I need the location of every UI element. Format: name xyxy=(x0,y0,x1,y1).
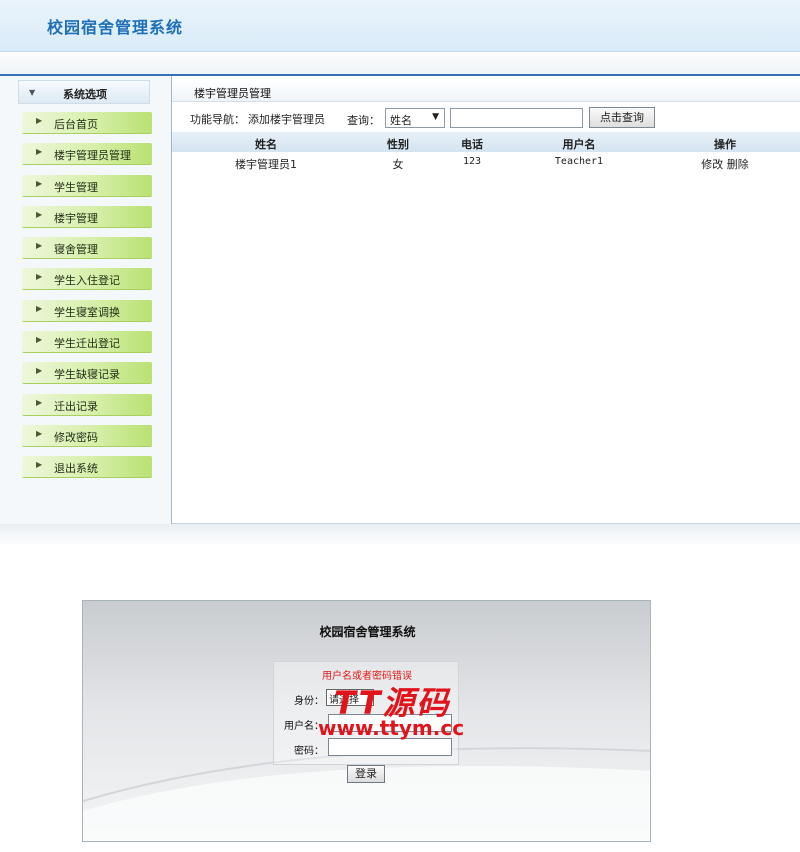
sidebar-item-label: 迁出记录 xyxy=(54,399,98,413)
caret-right-icon: ▶ xyxy=(36,147,43,157)
header-subbar xyxy=(0,52,800,76)
cell-actions: 修改 删除 xyxy=(701,156,749,172)
column-header: 电话 xyxy=(461,138,483,151)
column-header: 用户名 xyxy=(562,138,596,151)
caret-right-icon: ▶ xyxy=(36,116,43,125)
watermark: TT源码 www.ttym.cc xyxy=(318,678,478,748)
sidebar-heading[interactable]: ▼ 系统选项 xyxy=(18,80,150,104)
column-header: 操作 xyxy=(714,138,736,151)
sidebar-item-checkout[interactable]: ▶ 学生迁出登记 xyxy=(22,331,152,354)
caret-right-icon: ▶ xyxy=(36,303,43,313)
role-label: 身份： xyxy=(294,696,324,707)
sidebar-item-label: 学生管理 xyxy=(54,180,98,194)
cell-name: 楼宇管理员1 xyxy=(235,158,297,171)
sidebar-item-label: 学生寝室调换 xyxy=(54,305,120,319)
sidebar-item-checkout-records[interactable]: ▶ 迁出记录 xyxy=(22,393,152,416)
query-label: 查询： xyxy=(347,114,380,127)
sidebar-item-home[interactable]: ▶ 后台首页 xyxy=(22,112,152,134)
main-panel: 楼宇管理员管理 功能导航： 添加楼宇管理员 查询： 姓名 ▼ 点击查询 姓名 性… xyxy=(172,76,800,524)
sidebar-item-label: 修改密码 xyxy=(54,430,98,444)
sidebar-item-dorms[interactable]: ▶ 寝舍管理 xyxy=(22,237,152,260)
app-header: 校园宿舍管理系统 xyxy=(0,0,800,52)
app-title: 校园宿舍管理系统 xyxy=(47,18,184,37)
username-label: 用户名： xyxy=(284,721,324,732)
table-header: 姓名 性别 电话 用户名 操作 xyxy=(172,132,800,152)
app-body: ▼ 系统选项 ▶ 后台首页 ▶ 楼宇管理员管理 ▶ 学生管理 ▶ 楼宇管理 ▶ 寝舍管理 … xyxy=(0,76,800,524)
add-building-admin-link[interactable]: 添加楼宇管理员 xyxy=(248,111,325,127)
sidebar-item-students[interactable]: ▶ 学生管理 xyxy=(22,174,152,197)
query-field-value: 姓名 xyxy=(390,114,412,127)
cell-phone: 123 xyxy=(462,156,482,167)
sidebar-menu: ▶ 后台首页 ▶ 楼宇管理员管理 ▶ 学生管理 ▶ 楼宇管理 ▶ 寝舍管理 ▶ 学生入住登记… xyxy=(22,112,152,488)
nav-label: 功能导航： xyxy=(190,113,245,126)
login-title: 校园宿舍管理系统 xyxy=(319,625,416,639)
sidebar-item-label: 学生入住登记 xyxy=(54,274,120,288)
page-title: 楼宇管理员管理 xyxy=(194,87,271,100)
sidebar-item-buildings[interactable]: ▶ 楼宇管理 xyxy=(22,205,152,228)
query-input[interactable] xyxy=(450,108,583,128)
query-button[interactable]: 点击查询 xyxy=(589,107,655,128)
cell-username: Teacher1 xyxy=(554,156,604,167)
chevron-down-icon: ▼ xyxy=(29,88,36,97)
admin-app: 校园宿舍管理系统 ▼ 系统选项 ▶ 后台首页 ▶ 楼宇管理员管理 ▶ 学生管理 ▶ 楼宇… xyxy=(0,0,800,546)
query-field-select[interactable]: 姓名 ▼ xyxy=(385,108,445,128)
cell-gender: 女 xyxy=(392,158,404,171)
caret-right-icon: ▶ xyxy=(36,241,43,251)
caret-right-icon: ▶ xyxy=(36,272,43,282)
sidebar-item-label: 退出系统 xyxy=(54,462,98,476)
caret-right-icon: ▶ xyxy=(36,209,43,219)
column-header: 性别 xyxy=(387,138,409,151)
sidebar-heading-label: 系统选项 xyxy=(63,88,107,101)
column-header: 姓名 xyxy=(255,138,277,151)
sidebar-item-label: 学生缺寝记录 xyxy=(54,368,120,382)
sidebar-item-change-password[interactable]: ▶ 修改密码 xyxy=(22,424,152,447)
sidebar-item-label: 寝舍管理 xyxy=(54,243,98,257)
sidebar-item-label: 后台首页 xyxy=(54,118,98,131)
toolbar: 功能导航： 添加楼宇管理员 查询： 姓名 ▼ 点击查询 xyxy=(172,104,800,132)
sidebar-item-absence[interactable]: ▶ 学生缺寝记录 xyxy=(22,362,152,385)
caret-right-icon: ▶ xyxy=(36,335,43,345)
caret-right-icon: ▶ xyxy=(36,460,43,470)
login-button[interactable]: 登录 xyxy=(347,765,385,783)
caret-right-icon: ▶ xyxy=(36,366,43,376)
dropdown-arrow-icon: ▼ xyxy=(432,112,439,122)
caret-right-icon: ▶ xyxy=(36,178,43,188)
edit-link[interactable]: 修改 xyxy=(701,158,723,171)
watermark-url: www.ttym.cc xyxy=(318,716,465,740)
sidebar-item-logout[interactable]: ▶ 退出系统 xyxy=(22,456,152,479)
data-table: 姓名 性别 电话 用户名 操作 楼宇管理员1 女 123 Teacher1 修改… xyxy=(172,132,800,174)
sidebar-item-label: 楼宇管理 xyxy=(54,211,98,225)
sidebar-item-building-admins[interactable]: ▶ 楼宇管理员管理 xyxy=(22,143,152,166)
table-row: 楼宇管理员1 女 123 Teacher1 修改 删除 xyxy=(172,152,800,174)
password-label: 密码： xyxy=(294,746,324,757)
sidebar-item-checkin[interactable]: ▶ 学生入住登记 xyxy=(22,268,152,291)
footer-shade xyxy=(0,524,800,546)
sidebar: ▼ 系统选项 ▶ 后台首页 ▶ 楼宇管理员管理 ▶ 学生管理 ▶ 楼宇管理 ▶ 寝舍管理 … xyxy=(0,76,172,524)
caret-right-icon: ▶ xyxy=(36,397,43,407)
page-title-bar: 楼宇管理员管理 xyxy=(172,80,800,102)
delete-link[interactable]: 删除 xyxy=(727,158,749,171)
sidebar-item-label: 学生迁出登记 xyxy=(54,337,120,351)
sidebar-item-room-swap[interactable]: ▶ 学生寝室调换 xyxy=(22,299,152,322)
sidebar-item-label: 楼宇管理员管理 xyxy=(54,149,131,163)
caret-right-icon: ▶ xyxy=(36,428,43,438)
